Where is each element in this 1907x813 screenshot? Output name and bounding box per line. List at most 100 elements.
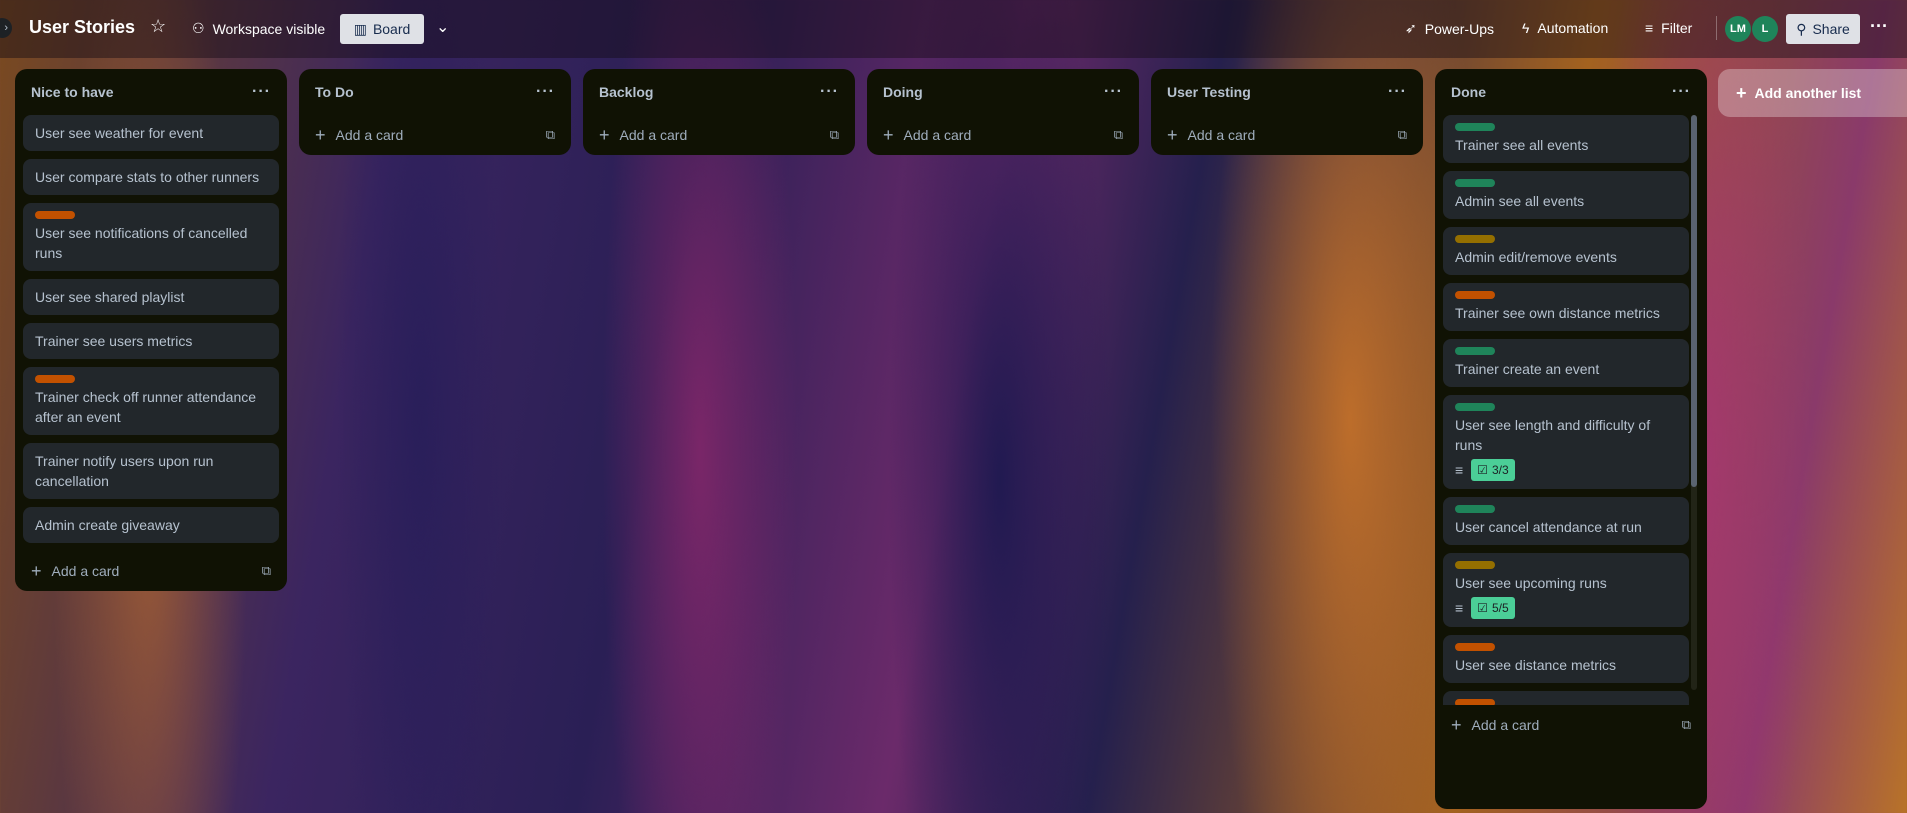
add-card-button[interactable]: + Add a card ⧉ — [1159, 115, 1415, 155]
list-1: To Do ··· + Add a card ⧉ — [299, 69, 571, 155]
avatar[interactable]: LM — [1725, 16, 1751, 42]
add-card-label: Add a card — [619, 127, 688, 143]
list-title[interactable]: To Do — [315, 84, 354, 100]
card-label[interactable] — [1455, 561, 1495, 569]
card[interactable]: User cancel attendance at run — [1443, 497, 1689, 545]
card[interactable]: Trainer notify users upon run cancellati… — [23, 443, 279, 499]
card-title: Trainer see own distance metrics — [1455, 305, 1660, 321]
avatar[interactable]: L — [1752, 16, 1778, 42]
more-icon[interactable]: ··· — [820, 83, 839, 101]
card-label[interactable] — [1455, 347, 1495, 355]
card-template-icon[interactable]: ⧉ — [1398, 127, 1407, 143]
card-template-icon[interactable]: ⧉ — [546, 127, 555, 143]
automation-label: Automation — [1537, 20, 1609, 36]
list-title[interactable]: Nice to have — [31, 84, 113, 100]
list-2: Backlog ··· + Add a card ⧉ — [583, 69, 855, 155]
card[interactable]: User see upcoming runs ≡ ☑ 5/5 — [1443, 553, 1689, 627]
list-title[interactable]: Backlog — [599, 84, 653, 100]
more-icon[interactable]: ··· — [1870, 16, 1888, 37]
card[interactable]: User have completed runs tracked — [1443, 691, 1689, 705]
checkbox-icon: ☑ — [1477, 601, 1488, 615]
card[interactable]: User see shared playlist — [23, 279, 279, 315]
card[interactable]: Admin create giveaway — [23, 507, 279, 543]
powerups-button[interactable]: ➶ Power-Ups — [1405, 20, 1494, 37]
card[interactable]: User see length and difficulty of runs ≡ ☑… — [1443, 395, 1689, 489]
card-label[interactable] — [1455, 505, 1495, 513]
lightning-icon: ϟ — [1522, 20, 1530, 36]
add-card-label: Add a card — [903, 127, 972, 143]
card[interactable]: Trainer see own distance metrics — [1443, 283, 1689, 331]
card-label[interactable] — [1455, 123, 1495, 131]
card[interactable]: Trainer see all events — [1443, 115, 1689, 163]
card-title: Admin edit/remove events — [1455, 249, 1617, 265]
card-template-icon[interactable]: ⧉ — [262, 563, 271, 579]
share-button[interactable]: ⚲ Share — [1786, 14, 1860, 44]
card-title: Admin create giveaway — [35, 517, 180, 533]
card[interactable]: User see weather for event — [23, 115, 279, 151]
card-scroll-area[interactable]: Trainer see all events Admin see all even… — [1443, 115, 1699, 760]
add-card-button[interactable]: + Add a card ⧉ — [1443, 705, 1699, 745]
chevron-down-icon[interactable]: ⌄ — [436, 17, 449, 37]
add-card-button[interactable]: + Add a card ⧉ — [23, 551, 279, 591]
card[interactable]: User see notifications of cancelled runs — [23, 203, 279, 271]
checklist-count: 5/5 — [1491, 601, 1509, 615]
card-label[interactable] — [35, 211, 75, 219]
list-title[interactable]: Doing — [883, 84, 923, 100]
card-title: User see shared playlist — [35, 289, 185, 305]
filter-label: Filter — [1661, 20, 1693, 36]
more-icon[interactable]: ··· — [1388, 83, 1407, 101]
rocket-icon: ➶ — [1405, 20, 1417, 36]
more-icon[interactable]: ··· — [252, 83, 271, 101]
card-template-icon[interactable]: ⧉ — [1114, 127, 1123, 143]
checklist-count: 3/3 — [1491, 463, 1509, 477]
checklist-badge: ☑ 3/3 — [1471, 459, 1515, 481]
card-label[interactable] — [1455, 643, 1495, 651]
card[interactable]: Admin edit/remove events — [1443, 227, 1689, 275]
filter-button[interactable]: ≡ Filter — [1645, 20, 1692, 36]
card[interactable]: Admin see all events — [1443, 171, 1689, 219]
divider — [1716, 16, 1717, 40]
card-label[interactable] — [1455, 235, 1495, 243]
more-icon[interactable]: ··· — [536, 83, 555, 101]
list-title[interactable]: User Testing — [1167, 84, 1251, 100]
card-title: User see distance metrics — [1455, 657, 1617, 673]
scrollbar-thumb[interactable] — [1691, 115, 1697, 487]
add-card-label: Add a card — [51, 563, 120, 579]
card[interactable]: Trainer check off runner attendance afte… — [23, 367, 279, 435]
add-card-label: Add a card — [1471, 717, 1540, 733]
list-title[interactable]: Done — [1451, 84, 1486, 100]
list-header: Backlog ··· — [591, 69, 847, 115]
automation-button[interactable]: ϟ Automation — [1522, 20, 1608, 36]
board-view-button[interactable]: ▥ Board — [340, 14, 424, 44]
board-title[interactable]: User Stories — [29, 17, 135, 38]
card-label[interactable] — [35, 375, 75, 383]
star-icon[interactable]: ☆ — [150, 16, 166, 37]
card-label[interactable] — [1455, 291, 1495, 299]
board-icon: ▥ — [353, 20, 367, 37]
card-label[interactable] — [1455, 403, 1495, 411]
checkbox-icon: ☑ — [1477, 463, 1488, 477]
card[interactable]: Trainer create an event — [1443, 339, 1689, 387]
plus-icon: + — [1736, 82, 1747, 103]
scrollbar[interactable] — [1691, 115, 1697, 690]
card-title: User see notifications of cancelled runs — [35, 225, 248, 261]
more-icon[interactable]: ··· — [1104, 83, 1123, 101]
add-card-button[interactable]: + Add a card ⧉ — [875, 115, 1131, 155]
visibility-button[interactable]: ⚇ Workspace visible — [192, 20, 325, 37]
sidebar-expand-button[interactable]: › — [0, 18, 12, 38]
card-template-icon[interactable]: ⧉ — [1682, 717, 1691, 733]
card[interactable]: User compare stats to other runners — [23, 159, 279, 195]
add-card-button[interactable]: + Add a card ⧉ — [591, 115, 847, 155]
plus-icon: + — [883, 124, 894, 145]
card-title: Trainer check off runner attendance afte… — [35, 389, 257, 425]
card[interactable]: User see distance metrics — [1443, 635, 1689, 683]
card-template-icon[interactable]: ⧉ — [830, 127, 839, 143]
card-list: User see weather for event User compare s… — [23, 115, 279, 543]
plus-icon: + — [1451, 714, 1462, 735]
plus-icon: + — [1167, 124, 1178, 145]
card[interactable]: Trainer see users metrics — [23, 323, 279, 359]
add-another-list-button[interactable]: + Add another list — [1718, 69, 1907, 117]
more-icon[interactable]: ··· — [1672, 83, 1691, 101]
card-label[interactable] — [1455, 179, 1495, 187]
add-card-button[interactable]: + Add a card ⧉ — [307, 115, 563, 155]
